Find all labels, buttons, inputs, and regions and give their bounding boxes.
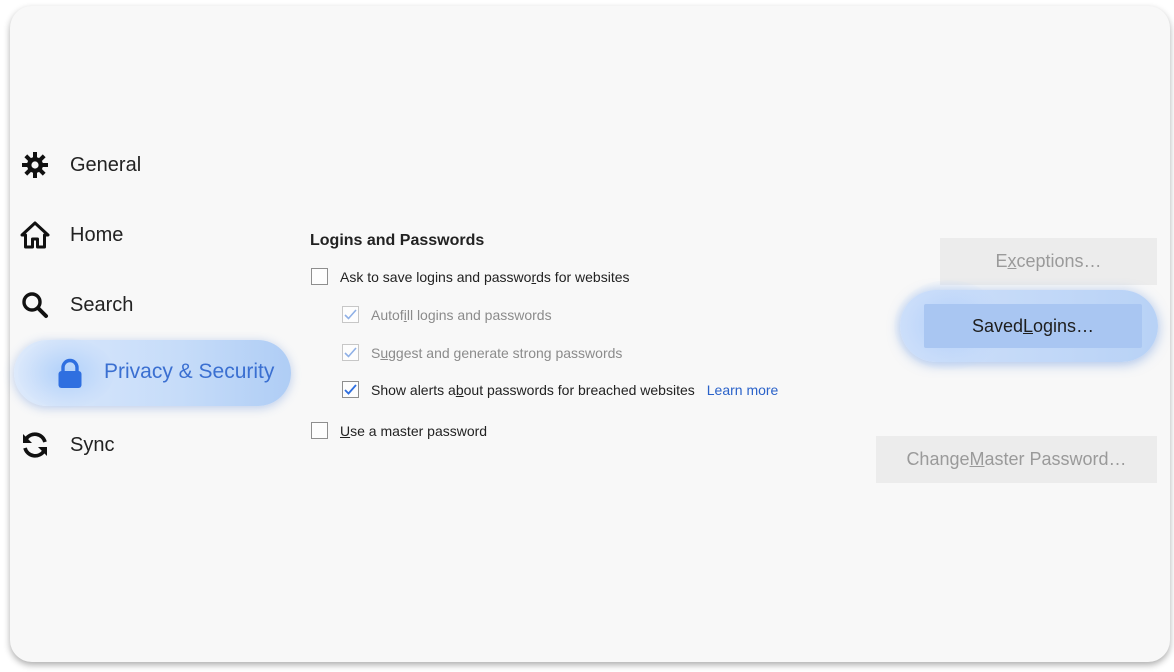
master-password-checkbox[interactable] [311, 422, 328, 439]
sidebar-item-sync[interactable]: Sync [20, 425, 114, 465]
checkmark-icon [344, 309, 357, 320]
suggest-passwords-row[interactable]: Suggest and generate strong passwords [342, 344, 622, 361]
saved-logins-highlight: Saved Logins… [894, 280, 1158, 370]
autofill-label: Autofill logins and passwords [371, 306, 552, 323]
suggest-passwords-checkbox[interactable] [342, 344, 359, 361]
section-title: Logins and Passwords [310, 232, 485, 249]
master-password-row[interactable]: Use a master password [311, 422, 487, 439]
change-master-password-button[interactable]: Change Master Password… [876, 436, 1157, 483]
breach-alerts-label: Show alerts about passwords for breached… [371, 381, 695, 398]
autofill-row[interactable]: Autofill logins and passwords [342, 306, 552, 323]
ask-save-logins-row[interactable]: Ask to save logins and passwords for web… [311, 268, 630, 285]
learn-more-link[interactable]: Learn more [707, 382, 779, 398]
sidebar-item-label: General [70, 153, 142, 176]
checkmark-icon [344, 384, 357, 395]
suggest-passwords-label: Suggest and generate strong passwords [371, 344, 623, 361]
sidebar-item-label: Home [70, 223, 124, 246]
home-icon [20, 220, 50, 250]
breach-alerts-row[interactable]: Show alerts about passwords for breached… [342, 381, 778, 398]
sidebar-item-label: Privacy & Security [104, 360, 275, 383]
checkmark-icon [344, 347, 357, 358]
sidebar-item-label: Sync [70, 433, 115, 456]
sidebar-item-home[interactable]: Home [20, 215, 123, 255]
exceptions-button[interactable]: Ex ceptions… [940, 238, 1157, 285]
sync-icon [20, 430, 50, 460]
sidebar-item-privacy-security[interactable]: Privacy & Security [14, 338, 291, 408]
lock-icon [55, 358, 85, 390]
sidebar-item-label: Search [70, 293, 134, 316]
ask-save-logins-checkbox[interactable] [311, 268, 328, 285]
search-icon [20, 290, 50, 320]
autofill-checkbox[interactable] [342, 306, 359, 323]
ask-save-logins-label: Ask to save logins and passwords for web… [340, 268, 630, 285]
gear-icon [20, 150, 50, 180]
sidebar-item-general[interactable]: General [20, 145, 141, 185]
saved-logins-button[interactable]: Saved Logins… [924, 304, 1142, 348]
master-password-label: Use a master password [340, 422, 488, 439]
sidebar-item-search[interactable]: Search [20, 285, 133, 325]
breach-alerts-checkbox[interactable] [342, 381, 359, 398]
